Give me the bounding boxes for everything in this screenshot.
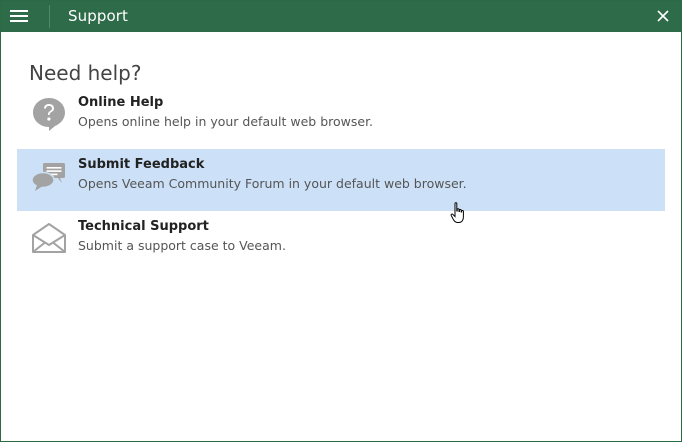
submit-feedback-label: Submit Feedback [78, 157, 205, 172]
submit-feedback-description: Opens Veeam Community Forum in your defa… [78, 176, 467, 191]
close-icon [657, 10, 669, 22]
title-bar: Support [1, 1, 681, 32]
technical-support-item[interactable]: Technical Support Submit a support case … [17, 211, 665, 273]
technical-support-description: Submit a support case to Veeam. [78, 238, 286, 253]
hamburger-menu-button[interactable] [8, 5, 32, 27]
envelope-icon [32, 223, 66, 253]
hamburger-menu-icon [10, 10, 28, 12]
support-dialog: Support Need help? Online Help Opens onl… [0, 0, 682, 442]
hand-pointer-icon [450, 202, 464, 223]
submit-feedback-item[interactable]: Submit Feedback Opens Veeam Community Fo… [17, 149, 665, 211]
close-button[interactable] [655, 8, 671, 24]
online-help-description: Opens online help in your default web br… [78, 114, 374, 129]
question-bubble-icon [33, 98, 65, 131]
title-divider [49, 5, 50, 28]
online-help-label: Online Help [78, 95, 164, 110]
online-help-item[interactable]: Online Help Opens online help in your de… [17, 87, 665, 149]
technical-support-label: Technical Support [78, 219, 209, 234]
page-heading: Need help? [29, 61, 142, 85]
chat-bubbles-icon [31, 163, 65, 191]
window-title: Support [68, 7, 128, 25]
